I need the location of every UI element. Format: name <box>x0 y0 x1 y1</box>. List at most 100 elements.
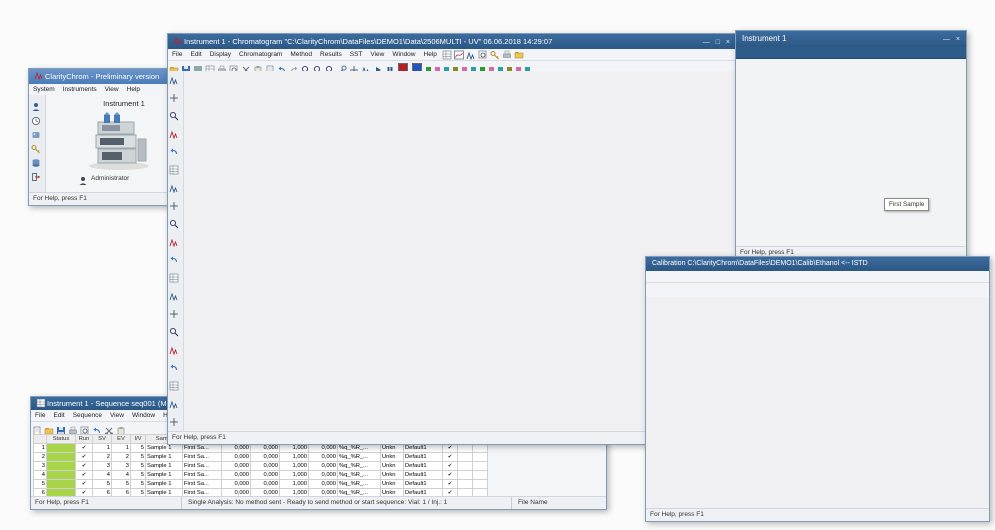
sequence-cell[interactable]: 0,000 <box>222 471 251 480</box>
checkbox-cell[interactable]: ✔ <box>76 444 93 453</box>
status-cell[interactable] <box>47 480 76 489</box>
sequence-col-header[interactable]: Run <box>76 435 93 444</box>
sequence-cell[interactable]: Default1 <box>404 471 443 480</box>
sequence-cell[interactable]: 1,000 <box>280 462 309 471</box>
sequence-cell[interactable]: %q_%R_... <box>338 480 381 489</box>
chart-tool-icon[interactable] <box>169 198 179 208</box>
menu-chrom-help[interactable]: Help <box>420 49 441 60</box>
checkbox-cell[interactable]: ✔ <box>76 462 93 471</box>
sequence-cell[interactable]: First Sa... <box>183 471 222 480</box>
checkbox-cell[interactable] <box>473 480 488 489</box>
undo-icon[interactable] <box>92 423 102 433</box>
chart-tool-icon[interactable] <box>169 360 179 370</box>
minimize-button[interactable]: — <box>943 36 952 43</box>
menu-clarity-view[interactable]: View <box>101 84 123 95</box>
checkbox-cell[interactable]: ✔ <box>443 462 458 471</box>
checkbox-cell[interactable] <box>458 462 473 471</box>
sequence-cell[interactable]: 2 <box>34 453 47 462</box>
sequence-cell[interactable]: 0,000 <box>251 480 280 489</box>
sequence-cell[interactable]: %q_%R_... <box>338 453 381 462</box>
disk-icon[interactable] <box>56 423 66 433</box>
menu-seq-window[interactable]: Window <box>128 410 159 421</box>
clock-icon[interactable] <box>31 113 41 123</box>
chart-tool-icon[interactable] <box>169 414 179 424</box>
chart-tool-icon[interactable] <box>169 324 179 334</box>
close-button[interactable]: × <box>726 39 732 46</box>
sequence-cell[interactable]: 1,000 <box>280 453 309 462</box>
checkbox-cell[interactable] <box>473 453 488 462</box>
scissors-icon[interactable] <box>104 423 114 433</box>
sequence-cell[interactable]: 5 <box>131 471 146 480</box>
checkbox-cell[interactable] <box>473 471 488 480</box>
title-bar[interactable]: Calibration C:\ClarityChrom\DataFiles\DE… <box>646 257 989 271</box>
sequence-col-header[interactable]: SV <box>93 435 112 444</box>
menu-chrom-method[interactable]: Method <box>286 49 316 60</box>
page-icon[interactable] <box>32 423 42 433</box>
checkbox-cell[interactable]: ✔ <box>443 453 458 462</box>
chart-tool-icon[interactable] <box>169 252 179 262</box>
sequence-col-header[interactable] <box>34 435 47 444</box>
menu-chrom-results[interactable]: Results <box>316 49 346 60</box>
sequence-cell[interactable]: Default1 <box>404 462 443 471</box>
sequence-cell[interactable]: 0,000 <box>309 480 338 489</box>
user-icon[interactable] <box>31 99 41 109</box>
title-bar[interactable]: Instrument 1— × <box>736 31 966 47</box>
chart-tool-icon[interactable] <box>169 288 179 298</box>
menu-chrom-chromatogram[interactable]: Chromatogram <box>235 49 286 60</box>
database-icon[interactable] <box>31 155 41 165</box>
export-icon[interactable] <box>454 50 464 60</box>
menu-seq-edit[interactable]: Edit <box>49 410 68 421</box>
menu-chrom-window[interactable]: Window <box>388 49 419 60</box>
menu-chrom-view[interactable]: View <box>366 49 388 60</box>
sequence-cell[interactable]: 4 <box>34 471 47 480</box>
edit-chart-icon[interactable] <box>478 50 488 60</box>
chart-tool-icon[interactable] <box>169 90 179 100</box>
sequence-cell[interactable]: Sample 1 <box>146 471 183 480</box>
key-icon[interactable] <box>31 141 41 151</box>
sequence-cell[interactable]: 4 <box>112 471 131 480</box>
print-icon[interactable] <box>68 423 78 433</box>
sequence-cell[interactable]: 3 <box>112 462 131 471</box>
chart-tool-icon[interactable] <box>169 234 179 244</box>
sequence-cell[interactable]: Unkn <box>381 471 404 480</box>
checkbox-cell[interactable] <box>473 462 488 471</box>
palette-icon[interactable] <box>31 127 41 137</box>
sequence-cell[interactable]: 0,000 <box>309 453 338 462</box>
sequence-cell[interactable]: 5 <box>93 480 112 489</box>
menu-seq-sequence[interactable]: Sequence <box>69 410 106 421</box>
checkbox-cell[interactable]: ✔ <box>76 480 93 489</box>
preview-icon[interactable] <box>80 423 90 433</box>
status-cell[interactable] <box>47 471 76 480</box>
menu-seq-file[interactable]: File <box>31 410 49 421</box>
menu-chrom-display[interactable]: Display <box>206 49 235 60</box>
title-bar[interactable]: Instrument 1 - Chromatogram "C:\ClarityC… <box>168 34 736 49</box>
menu-clarity-help[interactable]: Help <box>123 84 144 95</box>
folder-icon[interactable] <box>44 423 54 433</box>
sequence-cell[interactable]: 4 <box>93 471 112 480</box>
sequence-cell[interactable]: %q_%R_... <box>338 471 381 480</box>
status-cell[interactable] <box>47 462 76 471</box>
menu-clarity-system[interactable]: System <box>29 84 59 95</box>
sequence-cell[interactable]: 3 <box>93 462 112 471</box>
sequence-cell[interactable]: Unkn <box>381 453 404 462</box>
sequence-cell[interactable]: 5 <box>131 453 146 462</box>
close-button[interactable]: × <box>956 36 962 43</box>
sequence-cell[interactable]: 3 <box>34 462 47 471</box>
checkbox-cell[interactable]: ✔ <box>76 453 93 462</box>
sequence-cell[interactable]: 1,000 <box>280 471 309 480</box>
sequence-row[interactable]: 5✔555Sample 1First Sa...0,0000,0001,0000… <box>34 480 488 489</box>
sequence-cell[interactable]: 2 <box>93 453 112 462</box>
instrument-image[interactable] <box>84 111 154 171</box>
status-cell[interactable] <box>47 453 76 462</box>
sequence-cell[interactable]: Unkn <box>381 462 404 471</box>
overlay-icon[interactable] <box>466 50 476 60</box>
maximize-button[interactable]: □ <box>716 39 722 46</box>
chart-tool-icon[interactable] <box>169 162 179 172</box>
sequence-row[interactable]: 3✔335Sample 1First Sa...0,0000,0001,0000… <box>34 462 488 471</box>
sequence-cell[interactable]: 1 <box>34 444 47 453</box>
chart-tool-icon[interactable] <box>169 144 179 154</box>
chart-tool-icon[interactable] <box>169 378 179 388</box>
sequence-cell[interactable]: 1 <box>112 444 131 453</box>
checkbox-cell[interactable] <box>458 480 473 489</box>
sequence-cell[interactable]: Sample 1 <box>146 462 183 471</box>
